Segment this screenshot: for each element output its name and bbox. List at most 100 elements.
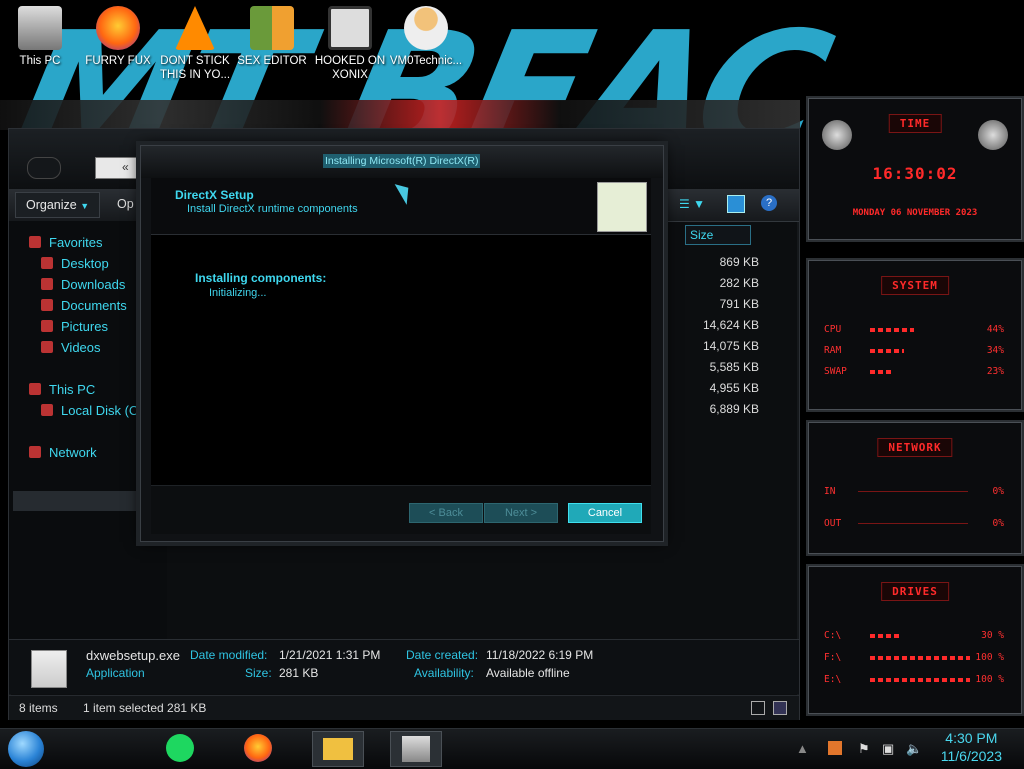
- desktop-icon-label: HOOKED ON XONIX: [314, 55, 386, 81]
- folder-icon: [323, 738, 353, 760]
- widget-date: MONDAY 06 NOVEMBER 2023: [852, 208, 978, 218]
- dropdown-arrow-icon: ▼: [80, 201, 90, 211]
- vlc-cone-icon: [175, 6, 215, 50]
- drives-widget-title: DRIVES: [881, 582, 949, 601]
- swap-label: SWAP: [824, 366, 847, 377]
- nav-favorites[interactable]: Favorites: [29, 235, 102, 250]
- action-center-icon[interactable]: ⚑: [858, 741, 870, 757]
- taskbar-spotify[interactable]: [160, 731, 200, 765]
- dialog-subheading: Install DirectX runtime components: [187, 203, 358, 215]
- volume-icon[interactable]: 🔈: [906, 741, 922, 757]
- installer-file-icon: [31, 650, 67, 688]
- swap-value: 23%: [986, 366, 1004, 377]
- nav-this-pc[interactable]: This PC: [29, 382, 95, 397]
- wallpaper-strip: [0, 100, 800, 130]
- net-in-graph: [858, 491, 968, 492]
- progress-heading: Installing components:: [195, 271, 327, 285]
- file-size-cell: 4,955 KB: [709, 381, 759, 395]
- desktop-icon-label: FURRY FUX: [85, 55, 151, 67]
- directx-setup-dialog: Installing Microsoft(R) DirectX(R) Direc…: [140, 145, 664, 542]
- nav-label: Downloads: [61, 277, 126, 292]
- documents-folder-icon: [41, 299, 53, 311]
- column-header-size[interactable]: Size: [685, 225, 751, 245]
- desktop-icon-furry-fux[interactable]: FURRY FUX: [78, 6, 158, 68]
- tiles-view-icon[interactable]: [773, 701, 787, 715]
- selection-info: 1 item selected 281 KB: [83, 701, 207, 715]
- item-count: 8 items: [19, 701, 58, 715]
- desktop-icon-label: VM0Technic...: [389, 55, 463, 67]
- drive-f-value: 100 %: [975, 652, 1004, 663]
- ram-usage-bar: [870, 349, 904, 353]
- drive-e-value: 100 %: [975, 674, 1004, 685]
- taskbar-firefox[interactable]: [238, 731, 278, 765]
- nav-videos[interactable]: Videos: [41, 340, 101, 355]
- organize-button[interactable]: Organize ▼: [15, 192, 101, 218]
- nav-pictures[interactable]: Pictures: [41, 319, 108, 334]
- desktop-icon-label: SEX EDITOR: [237, 55, 307, 67]
- desktop-icon-sex-editor[interactable]: SEX EDITOR: [232, 6, 312, 68]
- cpu-usage-bar: [870, 328, 914, 332]
- nav-label: Desktop: [61, 256, 109, 271]
- details-view-icon[interactable]: [751, 701, 765, 715]
- back-forward-icon[interactable]: [27, 157, 61, 179]
- help-icon[interactable]: ?: [761, 195, 777, 211]
- show-hidden-icons-icon[interactable]: ▲: [796, 741, 809, 756]
- desktop-icon-dont-stick[interactable]: DONT STICK THIS IN YO...: [155, 6, 235, 82]
- cancel-button[interactable]: Cancel: [568, 503, 642, 523]
- nav-local-disk[interactable]: Local Disk (C: [41, 403, 138, 418]
- time-widget-title: TIME: [888, 114, 942, 133]
- file-size-cell: 282 KB: [719, 276, 759, 290]
- taskbar-file-explorer[interactable]: [312, 731, 364, 767]
- spotify-icon: [166, 734, 194, 762]
- nav-label: This PC: [49, 382, 96, 397]
- drive-c-usage-bar: [870, 634, 900, 638]
- nav-desktop[interactable]: Desktop: [41, 256, 109, 271]
- back-button[interactable]: < Back: [409, 503, 483, 523]
- nav-downloads[interactable]: Downloads: [41, 277, 125, 292]
- view-options-icon[interactable]: ☰ ▼: [679, 197, 705, 211]
- start-button[interactable]: [8, 731, 44, 767]
- drive-c-label: C:\: [824, 630, 842, 641]
- nav-label: Videos: [61, 340, 101, 355]
- nav-documents[interactable]: Documents: [41, 298, 127, 313]
- dialog-titlebar[interactable]: Installing Microsoft(R) DirectX(R): [141, 146, 663, 178]
- drives-widget: DRIVES C:\ 30 % F:\ 100 % E:\ 100 %: [806, 564, 1024, 716]
- alien-head-icon: [822, 120, 852, 150]
- file-size-cell: 14,075 KB: [702, 339, 759, 353]
- selected-file-name: dxwebsetup.exe: [86, 648, 180, 663]
- downloads-folder-icon: [41, 278, 53, 290]
- taskbar-clock[interactable]: 4:30 PM 11/6/2023: [941, 729, 1002, 765]
- dialog-footer: < Back Next > Cancel: [151, 485, 651, 534]
- desktop-icon-this-pc[interactable]: This PC: [0, 6, 80, 68]
- drive-f-label: F:\: [824, 652, 842, 663]
- desktop-icon-vm0technic[interactable]: VM0Technic...: [386, 6, 466, 68]
- cpu-label: CPU: [824, 324, 842, 335]
- next-button[interactable]: Next >: [484, 503, 558, 523]
- open-button[interactable]: Op: [117, 197, 134, 211]
- taskbar-directx-setup[interactable]: [390, 731, 442, 767]
- nav-label: Favorites: [49, 235, 103, 250]
- file-list-size-column: Size 869 KB 282 KB 791 KB 14,624 KB 14,0…: [669, 221, 799, 639]
- pictures-folder-icon: [41, 320, 53, 332]
- firefox-icon: [96, 6, 140, 50]
- computer-icon: [18, 6, 62, 50]
- file-size-cell: 6,889 KB: [709, 402, 759, 416]
- nav-label: Network: [49, 445, 97, 460]
- xonix-game-icon: [328, 6, 372, 50]
- net-out-label: OUT: [824, 518, 842, 529]
- drive-icon: [41, 404, 53, 416]
- nav-network[interactable]: Network: [29, 445, 97, 460]
- net-out-graph: [858, 523, 968, 524]
- tray-app-icon[interactable]: [828, 741, 842, 755]
- network-status-icon[interactable]: ▣: [882, 741, 894, 757]
- file-size-cell: 869 KB: [719, 255, 759, 269]
- progress-status: Initializing...: [209, 287, 267, 299]
- time-widget: TIME 16:30:02 MONDAY 06 NOVEMBER 2023: [806, 96, 1024, 242]
- preview-pane-icon[interactable]: [727, 195, 745, 213]
- desktop-icon-hooked-on-xonix[interactable]: HOOKED ON XONIX: [310, 6, 390, 82]
- file-size-cell: 791 KB: [719, 297, 759, 311]
- selected-file-type: Application: [86, 666, 145, 680]
- size-value: 281 KB: [279, 666, 319, 680]
- desktop-icon-label: This PC: [19, 55, 61, 67]
- net-in-label: IN: [824, 486, 836, 497]
